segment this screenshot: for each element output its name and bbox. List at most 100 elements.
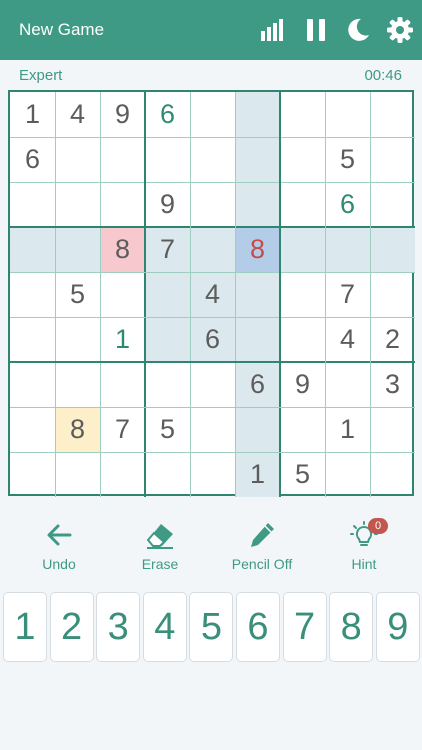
cell-r5-c1[interactable] xyxy=(10,272,55,317)
cell-r6-c5[interactable]: 6 xyxy=(190,317,235,362)
cell-r5-c5[interactable]: 4 xyxy=(190,272,235,317)
key-9[interactable]: 9 xyxy=(375,592,420,662)
cell-r1-c2[interactable]: 4 xyxy=(55,92,100,137)
cell-r7-c8[interactable] xyxy=(325,362,370,407)
cell-r5-c9[interactable] xyxy=(370,272,415,317)
cell-r2-c6[interactable] xyxy=(235,137,280,182)
cell-r6-c3[interactable]: 1 xyxy=(100,317,145,362)
undo-button[interactable]: Undo xyxy=(30,520,88,572)
cell-r2-c8[interactable]: 5 xyxy=(325,137,370,182)
cell-r1-c6[interactable] xyxy=(235,92,280,137)
cell-r5-c7[interactable] xyxy=(280,272,325,317)
hint-button[interactable]: 0 Hint xyxy=(338,518,390,572)
cell-r1-c7[interactable] xyxy=(280,92,325,137)
cell-r3-c9[interactable] xyxy=(370,182,415,227)
key-1[interactable]: 1 xyxy=(3,592,47,662)
cell-r3-c3[interactable] xyxy=(100,182,145,227)
erase-button[interactable]: Erase xyxy=(130,520,190,572)
cell-r8-c8[interactable]: 1 xyxy=(325,407,370,452)
gear-icon[interactable] xyxy=(386,16,414,44)
cell-r8-c1[interactable] xyxy=(10,407,55,452)
cell-r5-c6[interactable] xyxy=(235,272,280,317)
key-3[interactable]: 3 xyxy=(96,592,141,662)
cell-r7-c2[interactable] xyxy=(55,362,100,407)
cell-r9-c4[interactable] xyxy=(145,452,190,497)
cell-r1-c9[interactable] xyxy=(370,92,415,137)
cell-r2-c2[interactable] xyxy=(55,137,100,182)
stats-icon[interactable] xyxy=(258,16,286,44)
cell-r6-c6[interactable] xyxy=(235,317,280,362)
cell-r8-c7[interactable] xyxy=(280,407,325,452)
cell-r4-c6[interactable]: 8 xyxy=(235,227,280,272)
key-5[interactable]: 5 xyxy=(189,592,234,662)
cell-r8-c9[interactable] xyxy=(370,407,415,452)
pause-icon[interactable] xyxy=(302,16,330,44)
cell-r3-c6[interactable] xyxy=(235,182,280,227)
cell-r2-c9[interactable] xyxy=(370,137,415,182)
cell-r1-c8[interactable] xyxy=(325,92,370,137)
cell-r5-c8[interactable]: 7 xyxy=(325,272,370,317)
cell-r8-c4[interactable]: 5 xyxy=(145,407,190,452)
key-2[interactable]: 2 xyxy=(49,592,94,662)
cell-r3-c1[interactable] xyxy=(10,182,55,227)
cell-r9-c7[interactable]: 5 xyxy=(280,452,325,497)
cell-r7-c7[interactable]: 9 xyxy=(280,362,325,407)
cell-r2-c1[interactable]: 6 xyxy=(10,137,55,182)
cell-r2-c3[interactable] xyxy=(100,137,145,182)
cell-r9-c5[interactable] xyxy=(190,452,235,497)
cell-r7-c3[interactable] xyxy=(100,362,145,407)
cell-r8-c6[interactable] xyxy=(235,407,280,452)
cell-r6-c7[interactable] xyxy=(280,317,325,362)
cell-r1-c4[interactable]: 6 xyxy=(145,92,190,137)
key-7[interactable]: 7 xyxy=(282,592,327,662)
cell-r9-c8[interactable] xyxy=(325,452,370,497)
cell-r8-c3[interactable]: 7 xyxy=(100,407,145,452)
cell-r4-c9[interactable] xyxy=(370,227,415,272)
cell-r2-c7[interactable] xyxy=(280,137,325,182)
cell-r4-c3[interactable]: 8 xyxy=(100,227,145,272)
cell-r2-c5[interactable] xyxy=(190,137,235,182)
cell-r8-c2[interactable]: 8 xyxy=(55,407,100,452)
cell-r4-c7[interactable] xyxy=(280,227,325,272)
cell-r3-c7[interactable] xyxy=(280,182,325,227)
cell-r3-c4[interactable]: 9 xyxy=(145,182,190,227)
cell-r6-c8[interactable]: 4 xyxy=(325,317,370,362)
cell-r6-c1[interactable] xyxy=(10,317,55,362)
cell-r9-c2[interactable] xyxy=(55,452,100,497)
cell-r3-c8[interactable]: 6 xyxy=(325,182,370,227)
cell-r6-c9[interactable]: 2 xyxy=(370,317,415,362)
new-game-button[interactable]: New Game xyxy=(19,20,104,40)
cell-r9-c3[interactable] xyxy=(100,452,145,497)
cell-r7-c9[interactable]: 3 xyxy=(370,362,415,407)
cell-r1-c3[interactable]: 9 xyxy=(100,92,145,137)
cell-r5-c2[interactable]: 5 xyxy=(55,272,100,317)
cell-r3-c5[interactable] xyxy=(190,182,235,227)
cell-r4-c4[interactable]: 7 xyxy=(145,227,190,272)
cell-r7-c5[interactable] xyxy=(190,362,235,407)
cell-r3-c2[interactable] xyxy=(55,182,100,227)
cell-r9-c6[interactable]: 1 xyxy=(235,452,280,497)
cell-r1-c5[interactable] xyxy=(190,92,235,137)
cell-r4-c1[interactable] xyxy=(10,227,55,272)
key-4[interactable]: 4 xyxy=(142,592,187,662)
cell-r4-c5[interactable] xyxy=(190,227,235,272)
cell-r6-c2[interactable] xyxy=(55,317,100,362)
cell-r8-c5[interactable] xyxy=(190,407,235,452)
cell-r7-c4[interactable] xyxy=(145,362,190,407)
cell-r4-c2[interactable] xyxy=(55,227,100,272)
cell-r7-c1[interactable] xyxy=(10,362,55,407)
key-6[interactable]: 6 xyxy=(236,592,280,662)
cell-r2-c4[interactable] xyxy=(145,137,190,182)
cell-r9-c1[interactable] xyxy=(10,452,55,497)
key-8[interactable]: 8 xyxy=(329,592,374,662)
undo-label: Undo xyxy=(42,556,76,572)
moon-icon[interactable] xyxy=(344,16,372,44)
pencil-toggle[interactable]: Pencil Off xyxy=(226,520,298,572)
cell-r5-c3[interactable] xyxy=(100,272,145,317)
cell-r7-c6[interactable]: 6 xyxy=(235,362,280,407)
cell-r9-c9[interactable] xyxy=(370,452,415,497)
cell-r6-c4[interactable] xyxy=(145,317,190,362)
cell-r1-c1[interactable]: 1 xyxy=(10,92,55,137)
cell-r4-c8[interactable] xyxy=(325,227,370,272)
cell-r5-c4[interactable] xyxy=(145,272,190,317)
